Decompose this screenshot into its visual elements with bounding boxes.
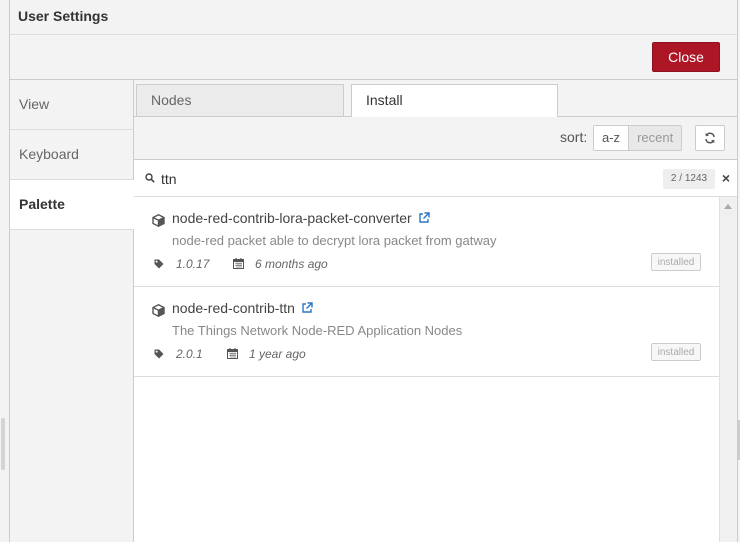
clear-search-icon[interactable]: ×	[719, 170, 733, 186]
package-name: node-red-contrib-ttn	[172, 300, 295, 316]
external-link-icon[interactable]	[418, 212, 430, 224]
tag-icon	[154, 259, 164, 269]
package-name-link[interactable]: node-red-contrib-lora-packet-converter	[172, 210, 430, 226]
package-name-link[interactable]: node-red-contrib-ttn	[172, 300, 313, 316]
sort-recent-button[interactable]: recent	[629, 126, 682, 150]
sidebar-item-keyboard[interactable]: Keyboard	[10, 130, 133, 180]
search-icon	[145, 173, 155, 183]
dialog-title: User Settings	[18, 8, 109, 24]
close-button[interactable]: Close	[652, 42, 720, 72]
list-item: node-red-contrib-ttn The Things Network …	[134, 287, 719, 377]
cube-icon	[152, 214, 165, 227]
calendar-icon	[233, 258, 244, 269]
refresh-icon	[705, 132, 715, 144]
tab-install[interactable]: Install	[351, 84, 558, 118]
package-updated: 6 months ago	[255, 257, 328, 271]
dialog-button-bar: Close	[10, 35, 737, 80]
user-settings-dialog: User Settings Close View Keyboard Palett…	[9, 0, 738, 542]
sidebar-item-view[interactable]: View	[10, 80, 133, 130]
sort-toggle-group: a-z recent	[593, 125, 683, 151]
refresh-button[interactable]	[695, 125, 725, 151]
package-description: node-red packet able to decrypt lora pac…	[172, 233, 497, 248]
installed-badge: installed	[651, 343, 701, 361]
list-item: node-red-contrib-lora-packet-converter n…	[134, 197, 719, 287]
package-version: 2.0.1	[176, 347, 203, 361]
installed-badge: installed	[651, 253, 701, 271]
sort-az-button[interactable]: a-z	[594, 126, 630, 150]
tab-nodes[interactable]: Nodes	[136, 84, 344, 117]
package-name: node-red-contrib-lora-packet-converter	[172, 210, 412, 226]
scroll-up-arrow-icon[interactable]	[724, 204, 732, 209]
settings-sidebar: View Keyboard Palette	[10, 80, 134, 542]
palette-tabs: Nodes Install	[134, 80, 737, 118]
search-result-count: 2 / 1243	[663, 169, 715, 189]
tag-icon	[154, 349, 164, 359]
resize-handle-left[interactable]	[1, 418, 5, 470]
package-description: The Things Network Node-RED Application …	[172, 323, 463, 338]
install-toolbar: sort: a-z recent	[134, 117, 737, 160]
search-input[interactable]	[159, 168, 663, 190]
sort-label: sort:	[560, 129, 588, 145]
cube-icon	[152, 304, 165, 317]
results-scrollbar[interactable]	[719, 197, 737, 542]
external-link-icon[interactable]	[301, 302, 313, 314]
search-bar: 2 / 1243 ×	[134, 160, 737, 197]
package-updated: 1 year ago	[249, 347, 306, 361]
palette-content: Nodes Install sort: a-z recent ttn 2 / 1…	[134, 80, 737, 542]
search-results-list: node-red-contrib-lora-packet-converter n…	[134, 197, 719, 542]
package-version: 1.0.17	[176, 257, 210, 271]
calendar-icon	[227, 348, 238, 359]
sidebar-item-palette[interactable]: Palette	[10, 180, 134, 230]
dialog-title-bar: User Settings	[10, 0, 737, 35]
